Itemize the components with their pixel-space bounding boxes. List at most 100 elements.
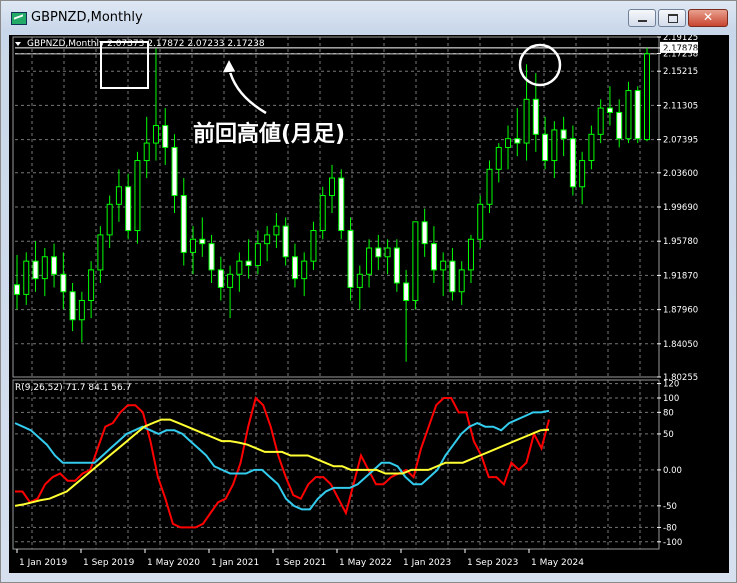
candle-body: [227, 273, 234, 288]
candle-body: [505, 138, 512, 148]
y-tick-label: 1.99690: [663, 203, 698, 213]
candle-body: [60, 273, 67, 293]
candle-body: [393, 247, 400, 284]
y-tick-label: -80: [663, 523, 677, 533]
candle-body: [625, 90, 632, 140]
candle-body: [375, 247, 382, 258]
chart-icon: [11, 12, 27, 25]
y-tick-label: 100: [663, 394, 679, 404]
y-tick-label: 1.91870: [663, 271, 698, 281]
indicator-panel-border: [12, 379, 660, 550]
candle-body: [78, 300, 85, 321]
candle-body: [134, 160, 141, 232]
candle-body: [634, 90, 641, 140]
y-tick-label: 120: [663, 380, 679, 390]
candle-body: [514, 138, 521, 144]
candle-body: [644, 53, 650, 141]
candle-body: [236, 260, 243, 275]
candle-body: [569, 138, 576, 188]
candle-body: [88, 269, 95, 302]
candle-body: [606, 107, 613, 113]
close-button[interactable]: [688, 9, 728, 27]
candle-body: [301, 260, 308, 280]
candle-body: [106, 203, 113, 236]
dropdown-icon[interactable]: [15, 42, 21, 46]
y-tick-label: 1.84050: [663, 340, 698, 350]
y-tick-label: -50: [663, 502, 677, 512]
candle-body: [180, 195, 187, 253]
chart-svg[interactable]: 2.191252.178782.172382.152152.113052.073…: [9, 35, 729, 573]
candle-body: [449, 260, 456, 293]
x-tick-label: 1 May 2020: [147, 558, 200, 568]
y-tick-label: 2.19125: [663, 35, 698, 43]
candle-body: [152, 125, 159, 144]
y-tick-label: 0.00: [663, 466, 682, 476]
candle-body: [458, 269, 465, 293]
chart-area[interactable]: 2.19125 2.17878 2.17238 2.15215 2.11305 2.073…: [9, 35, 729, 573]
candle-body: [23, 260, 30, 295]
y-tick-label: 1.87960: [663, 306, 698, 316]
x-tick-label: 1 Sep 2019: [83, 558, 135, 568]
annotation-arrow-outline: [226, 67, 268, 116]
candle-body: [579, 160, 586, 188]
candle-body: [217, 269, 224, 288]
y-tick-label: 50: [663, 430, 674, 440]
title-bar: GBPNZD,Monthly: [1, 1, 736, 35]
indicator-header: R(9,26,52) 71.7 84.1 56.7: [15, 383, 131, 393]
candle-body: [495, 146, 502, 170]
candle-body: [440, 260, 447, 271]
candle-body: [273, 225, 280, 236]
candle-body: [69, 291, 76, 321]
candle-body: [588, 133, 595, 162]
candle-body: [32, 260, 39, 280]
candle-body: [366, 247, 373, 275]
candle-body: [597, 107, 604, 135]
y-tick-label: 2.03600: [663, 169, 698, 179]
candle-body: [486, 168, 493, 205]
candle-body: [115, 186, 122, 205]
candle-body: [477, 203, 484, 240]
window-title: GBPNZD,Monthly: [31, 10, 143, 25]
x-tick-label: 1 Jan 2021: [211, 558, 259, 568]
candle-body: [421, 221, 428, 245]
annotation-arrow: [227, 67, 267, 115]
candle-body: [412, 221, 419, 302]
candle-body: [51, 256, 58, 275]
candle-body: [282, 225, 289, 258]
candle-body: [41, 256, 48, 280]
candle-body: [338, 177, 345, 232]
candle-body: [14, 284, 20, 295]
candle-body: [310, 230, 317, 262]
candle-body: [542, 133, 549, 162]
current-high-circle: [518, 43, 562, 87]
candle-body: [125, 186, 132, 232]
minimize-button[interactable]: [628, 9, 656, 27]
chart-window: GBPNZD,Monthly 2.191252.178782.172382.15…: [0, 0, 737, 583]
maximize-button[interactable]: [658, 9, 686, 27]
candle-body: [97, 234, 104, 271]
candle-body: [551, 129, 558, 162]
candle-body: [430, 243, 437, 271]
candle-body: [347, 230, 354, 288]
candle-body: [467, 238, 474, 271]
x-tick-label: 1 Jan 2023: [403, 558, 451, 568]
candle-body: [199, 238, 206, 245]
y-tick-label: 2.07395: [663, 136, 698, 146]
y-tick-label: 2.15215: [663, 67, 698, 77]
y-tick-label: 80: [663, 408, 674, 418]
candle-body: [264, 234, 271, 245]
candle-body: [208, 243, 215, 271]
candle-body: [356, 273, 363, 288]
y-tick-label: 2.11305: [663, 101, 698, 111]
candle-body: [616, 111, 623, 140]
candle-body: [532, 98, 539, 135]
candle-body: [254, 243, 261, 267]
candle-body: [143, 142, 150, 162]
x-tick-label: 1 Sep 2023: [467, 558, 518, 568]
candle-body: [171, 146, 178, 197]
candle-body: [523, 98, 530, 144]
x-tick-label: 1 Jan 2019: [19, 558, 67, 568]
y-tick-label: 2.17238: [663, 50, 698, 60]
candle-body: [291, 256, 298, 280]
x-tick-label: 1 May 2022: [339, 558, 392, 568]
